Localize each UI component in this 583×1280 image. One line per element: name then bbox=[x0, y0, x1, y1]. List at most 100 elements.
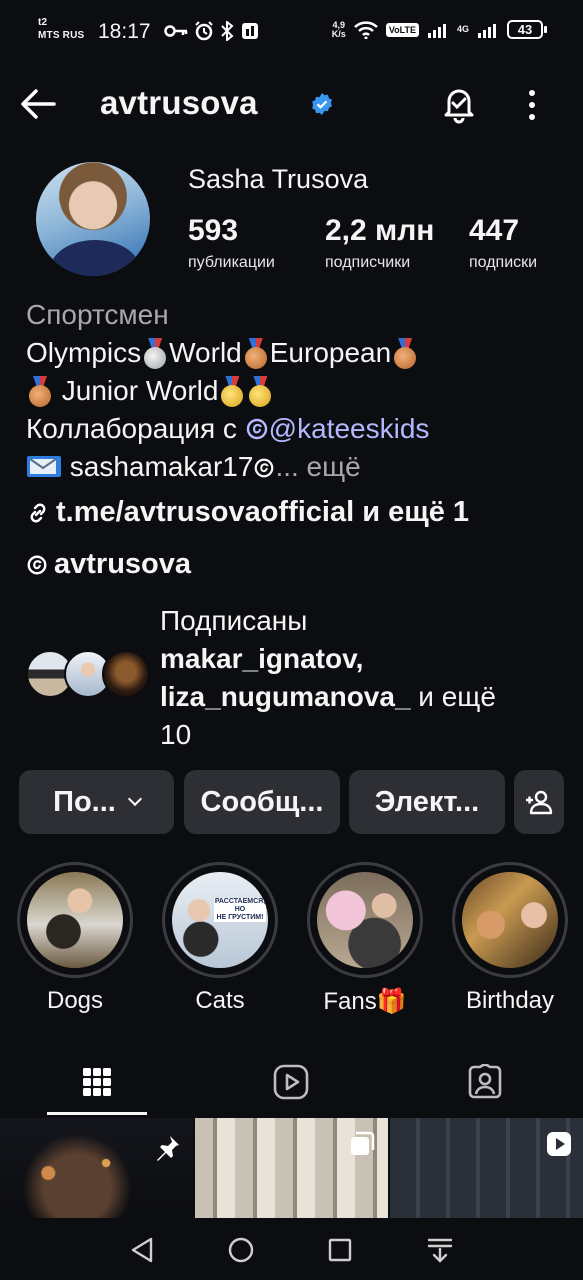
stat-following-label: подписки bbox=[469, 254, 538, 271]
grid-icon bbox=[83, 1068, 111, 1096]
highlight-cover-dogs bbox=[27, 872, 123, 968]
profile-full-name: Sasha Trusova bbox=[188, 164, 369, 194]
nav-notifications-button[interactable] bbox=[420, 1230, 460, 1270]
mutual-followers-avatars[interactable] bbox=[26, 650, 156, 700]
highlight-ring: РАССТАЕМСЯ, НО НЕ ГРУСТИМ! bbox=[162, 862, 278, 978]
pin-icon bbox=[157, 1136, 179, 1161]
signal-icon-1 bbox=[427, 23, 446, 38]
tagged-icon bbox=[468, 1064, 502, 1099]
bluetooth-icon bbox=[221, 21, 234, 41]
following-button[interactable]: По... bbox=[19, 770, 174, 834]
system-navigation-bar bbox=[0, 1218, 583, 1280]
content-tabs bbox=[0, 1052, 583, 1118]
avatar bbox=[102, 650, 150, 698]
network-type: 4G bbox=[456, 24, 469, 34]
bio-junior-world: Junior World bbox=[61, 375, 219, 406]
back-arrow-icon[interactable] bbox=[18, 86, 58, 122]
following-button-label: По... bbox=[53, 785, 116, 818]
stat-following[interactable]: 447 подписки bbox=[469, 214, 537, 272]
highlight-dogs[interactable]: Dogs bbox=[17, 862, 133, 1015]
sim-icon bbox=[242, 23, 258, 39]
carrier-info: t2 MTS RUS bbox=[38, 18, 84, 41]
bronze-medal-icon bbox=[243, 338, 269, 369]
nav-recents-button[interactable] bbox=[320, 1230, 360, 1270]
stat-followers-label: подписчики bbox=[325, 254, 411, 271]
carrier-bottom: MTS RUS bbox=[38, 30, 85, 41]
profile-username: avtrusova bbox=[100, 84, 258, 121]
nav-recents-icon bbox=[328, 1238, 352, 1262]
more-vertical-icon[interactable] bbox=[520, 88, 544, 122]
stat-posts[interactable]: 593 публикации bbox=[188, 214, 275, 272]
stat-posts-value: 593 bbox=[188, 214, 239, 247]
post-thumbnail[interactable] bbox=[195, 1118, 388, 1218]
email-icon bbox=[27, 456, 61, 477]
threads-profile-link[interactable]: avtrusova bbox=[26, 548, 191, 581]
tab-tagged[interactable] bbox=[435, 1052, 535, 1112]
profile-header: avtrusova bbox=[0, 70, 583, 140]
battery-indicator: 43 bbox=[507, 20, 547, 39]
avatar-clothing bbox=[50, 240, 140, 276]
nav-home-icon bbox=[228, 1237, 254, 1263]
profile-avatar[interactable] bbox=[36, 162, 150, 276]
bio-more-button[interactable]: ... ещё bbox=[275, 451, 360, 482]
threads-handle: avtrusova bbox=[54, 548, 192, 580]
bio-european: European bbox=[269, 337, 392, 368]
tab-grid[interactable] bbox=[47, 1052, 147, 1112]
followed-by-suffix: и ещё bbox=[410, 681, 496, 712]
notification-bell-icon[interactable] bbox=[440, 84, 478, 124]
stat-followers-value: 2,2 млн bbox=[325, 214, 435, 247]
story-text-line: НЕ ГРУСТИМ! bbox=[216, 914, 264, 921]
posts-grid bbox=[0, 1118, 583, 1218]
nav-back-button[interactable] bbox=[122, 1230, 162, 1270]
tab-reels[interactable] bbox=[241, 1052, 341, 1112]
post-thumbnail[interactable] bbox=[390, 1118, 583, 1218]
story-text-block: РАССТАЕМСЯ, НО НЕ ГРУСТИМ! bbox=[214, 898, 266, 922]
story-text-line: РАССТАЕМСЯ, bbox=[214, 898, 266, 905]
profile-category: Спортсмен bbox=[26, 299, 169, 330]
nav-home-button[interactable] bbox=[221, 1230, 261, 1270]
nav-back-icon bbox=[131, 1237, 153, 1263]
highlight-birthday[interactable]: Birthday bbox=[452, 862, 568, 1015]
bronze-medal-icon bbox=[27, 376, 53, 407]
reel-icon bbox=[547, 1132, 571, 1156]
highlight-cover-cats: РАССТАЕМСЯ, НО НЕ ГРУСТИМ! bbox=[172, 872, 268, 968]
link-icon bbox=[30, 503, 46, 522]
bronze-medal-icon bbox=[392, 338, 418, 369]
highlight-cats[interactable]: РАССТАЕМСЯ, НО НЕ ГРУСТИМ! Cats bbox=[162, 862, 278, 1015]
followed-by-count: 10 bbox=[160, 719, 192, 750]
carousel-icon bbox=[351, 1131, 375, 1155]
bio-line-medals-2: Junior World bbox=[26, 372, 566, 410]
bio-email-text: sashamakar17 bbox=[69, 451, 254, 482]
post-image bbox=[0, 1118, 193, 1218]
silver-medal-icon bbox=[142, 338, 168, 369]
collab-prefix: Коллаборация с bbox=[26, 413, 245, 444]
followed-user-2: liza_nugumanova_ bbox=[160, 681, 411, 712]
email-button[interactable]: Элект... bbox=[349, 770, 505, 834]
key-icon bbox=[164, 25, 188, 37]
verified-badge-icon bbox=[312, 93, 332, 115]
pull-down-icon bbox=[427, 1238, 453, 1263]
bio-olympics: Olympics bbox=[26, 337, 142, 368]
active-tab-indicator bbox=[47, 1112, 147, 1115]
bio-collab-line: Коллаборация с @kateeskids bbox=[26, 410, 566, 448]
highlight-ring bbox=[307, 862, 423, 978]
add-person-icon bbox=[526, 790, 553, 815]
collab-mention-link[interactable]: @kateeskids bbox=[269, 413, 430, 444]
highlight-fans[interactable]: Fans🎁 bbox=[307, 862, 423, 1016]
highlight-cover-fans bbox=[317, 872, 413, 968]
followed-by-text[interactable]: Подписаны makar_ignatov, liza_nugumanova… bbox=[160, 602, 560, 754]
status-icons-left bbox=[164, 21, 260, 41]
followed-by-prefix: Подписаны bbox=[160, 605, 308, 636]
reels-icon bbox=[273, 1064, 309, 1100]
volte-badge: VoLTE bbox=[385, 22, 419, 37]
stat-followers[interactable]: 2,2 млн подписчики bbox=[325, 214, 434, 272]
story-text-line: НО bbox=[234, 906, 246, 913]
wifi-icon bbox=[353, 20, 378, 39]
message-button[interactable]: Сообщ... bbox=[184, 770, 340, 834]
profile-link[interactable]: t.me/avtrusovaofficial и ещё 1 bbox=[26, 496, 469, 529]
suggest-people-button[interactable] bbox=[514, 770, 564, 834]
post-thumbnail[interactable] bbox=[0, 1118, 193, 1218]
highlight-ring bbox=[17, 862, 133, 978]
status-bar: t2 MTS RUS 18:17 4,9 K/s VoLTE 4G 43 bbox=[0, 0, 583, 64]
message-button-label: Сообщ... bbox=[200, 785, 324, 818]
